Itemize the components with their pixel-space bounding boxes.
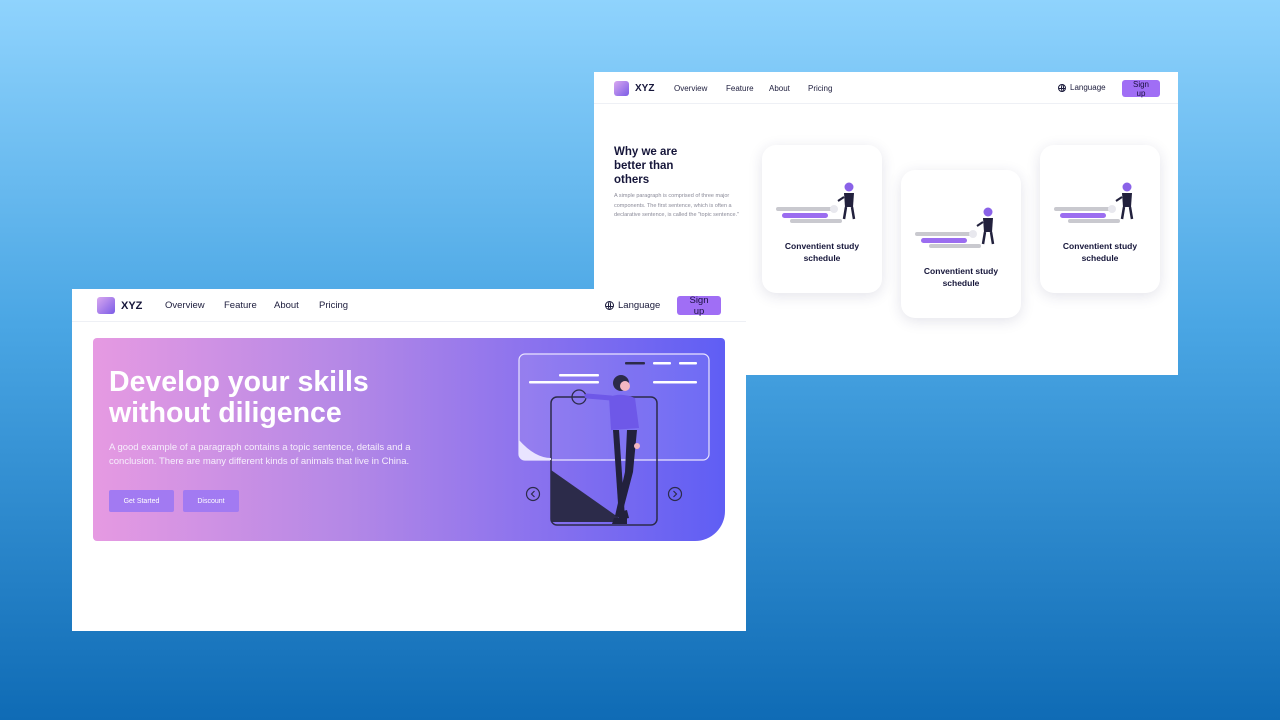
nav-overview[interactable]: Overview (165, 300, 205, 311)
language-selector[interactable]: Language (1058, 83, 1106, 92)
signup-button[interactable]: Sign up (677, 295, 721, 317)
hero-banner: Develop your skills without diligence A … (93, 338, 725, 541)
nav-pricing[interactable]: Pricing (808, 84, 832, 93)
nav-feature[interactable]: Feature (224, 300, 257, 311)
globe-icon (605, 301, 614, 310)
signup-button[interactable]: Sign up (1122, 80, 1160, 98)
card-label: Conventient study schedule (923, 266, 999, 288)
globe-icon (1058, 83, 1066, 92)
chevron-right-icon[interactable] (667, 486, 683, 502)
hero-title: Develop your skills without diligence (109, 366, 369, 429)
feature-card[interactable]: Conventient study schedule (762, 145, 882, 293)
language-label: Language (1070, 83, 1106, 92)
get-started-button[interactable]: Get Started (109, 490, 174, 512)
hero-page-window: XYZ Overview Feature About Pricing Langu… (72, 289, 746, 631)
logo-mark (614, 81, 629, 96)
study-illustration (915, 207, 995, 248)
language-selector[interactable]: Language (605, 300, 660, 311)
section-paragraph: A simple paragraph is comprised of three… (614, 193, 739, 218)
hero-paragraph: A good example of a paragraph contains a… (109, 442, 411, 467)
nav-pricing[interactable]: Pricing (319, 300, 348, 311)
brand-logo[interactable]: XYZ (97, 297, 142, 314)
card-label: Conventient study schedule (784, 241, 860, 263)
language-label: Language (618, 300, 661, 311)
nav-feature[interactable]: Feature (726, 84, 754, 93)
nav-about[interactable]: About (274, 300, 299, 311)
top-navbar: XYZ Overview Feature About Pricing Langu… (594, 72, 1178, 104)
nav-about[interactable]: About (769, 84, 790, 93)
card-label: Conventient study schedule (1062, 241, 1138, 263)
hero-illustration (518, 353, 710, 526)
feature-card[interactable]: Conventient study schedule (1040, 145, 1160, 293)
logo-mark (97, 297, 115, 314)
discount-button[interactable]: Discount (183, 490, 239, 512)
feature-card[interactable]: Conventient study schedule (901, 170, 1021, 318)
brand-name: XYZ (635, 83, 655, 94)
top-navbar: XYZ Overview Feature About Pricing Langu… (72, 289, 746, 322)
section-title: Why we are better than others (614, 146, 678, 186)
study-illustration (1054, 182, 1134, 223)
brand-logo[interactable]: XYZ (614, 81, 654, 96)
brand-name: XYZ (121, 299, 143, 312)
study-illustration (776, 182, 856, 223)
chevron-left-icon[interactable] (525, 486, 541, 502)
nav-overview[interactable]: Overview (674, 84, 707, 93)
